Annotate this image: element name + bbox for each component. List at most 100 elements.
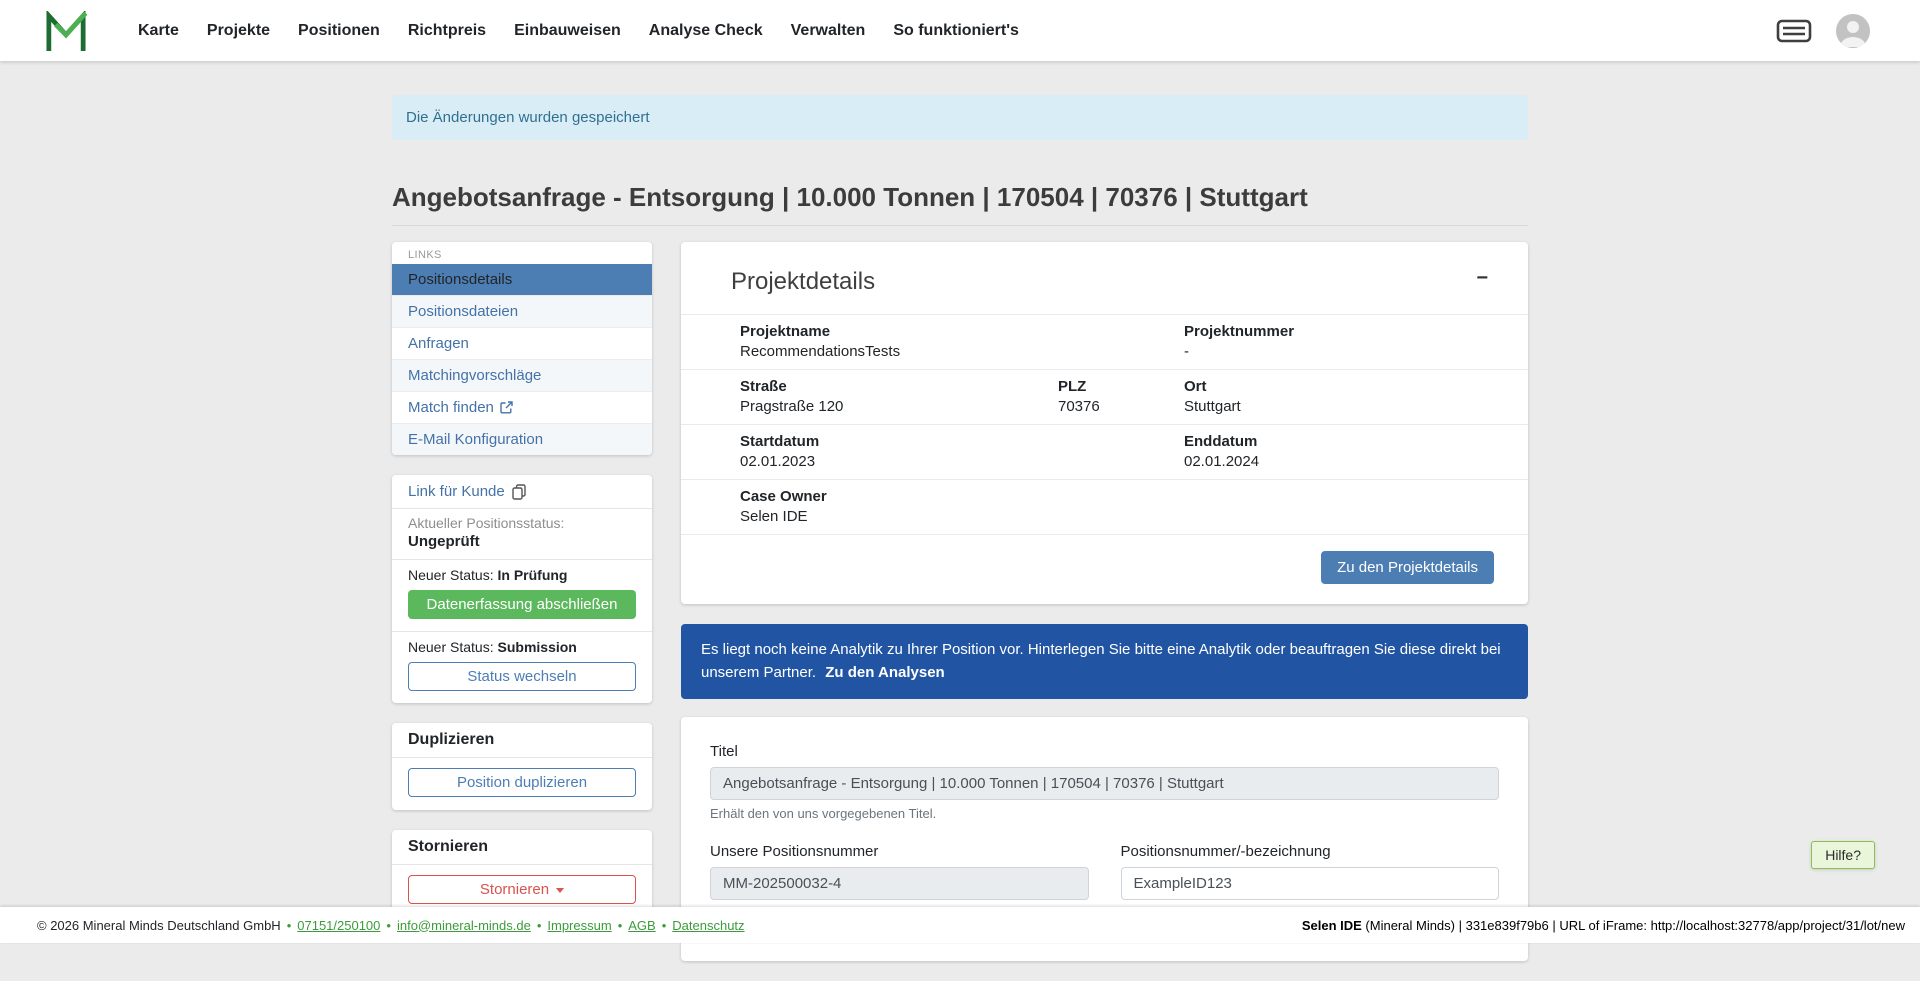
copyright-text: © 2026 Mineral Minds Deutschland GmbH <box>37 918 281 933</box>
zu-den-projektdetails-button[interactable]: Zu den Projektdetails <box>1321 551 1494 584</box>
server-icon[interactable] <box>1776 18 1812 44</box>
sidebar-item-label: Matchingvorschläge <box>408 367 541 384</box>
sidebar-item-label: Match finden <box>408 399 494 416</box>
stornieren-button-label: Stornieren <box>480 881 549 898</box>
nav-item-richtpreis[interactable]: Richtpreis <box>394 14 500 48</box>
mineral-minds-logo[interactable] <box>44 9 88 53</box>
enddatum-value: 02.01.2024 <box>1184 453 1498 470</box>
ort-value: Stuttgart <box>1184 398 1498 415</box>
projektname-label: Projektname <box>740 323 1184 340</box>
duplizieren-title: Duplizieren <box>392 723 652 758</box>
sidebar-item-matchingvorschlaege[interactable]: Matchingvorschläge <box>392 359 652 391</box>
session-user: Selen IDE <box>1302 918 1362 933</box>
main-content: Projektdetails − Projektname Recommendat… <box>681 242 1528 981</box>
case-owner-value: Selen IDE <box>740 508 1498 525</box>
analytics-banner: Es liegt noch keine Analytik zu Ihrer Po… <box>681 624 1528 699</box>
plz-value: 70376 <box>1058 398 1184 415</box>
sidebar-item-anfragen[interactable]: Anfragen <box>392 327 652 359</box>
current-status-block: Aktueller Positionsstatus: Ungeprüft <box>392 509 652 560</box>
links-header: LINKS <box>392 242 652 264</box>
nav-item-einbauweisen[interactable]: Einbauweisen <box>500 14 635 48</box>
table-row: Startdatum 02.01.2023 Enddatum 02.01.202… <box>681 425 1528 480</box>
status-wechseln-button[interactable]: Status wechseln <box>408 662 636 691</box>
footer-separator <box>537 918 542 933</box>
stornieren-title: Stornieren <box>392 830 652 865</box>
stornieren-button[interactable]: Stornieren <box>408 875 636 904</box>
hilfe-button[interactable]: Hilfe? <box>1811 841 1875 869</box>
sidebar-item-label: Positionsdetails <box>408 271 512 288</box>
footer-session-info: Selen IDE (Mineral Minds) | 331e839f79b6… <box>1302 918 1905 933</box>
titel-help-text: Erhält den von uns vorgegebenen Titel. <box>710 806 1499 821</box>
position-duplizieren-button[interactable]: Position duplizieren <box>408 768 636 797</box>
title-divider <box>392 225 1528 226</box>
titel-label: Titel <box>710 743 1499 760</box>
next-status-block-1: Neuer Status: In Prüfung Datenerfassung … <box>392 560 652 632</box>
sidebar-item-email-konfiguration[interactable]: E-Mail Konfiguration <box>392 423 652 455</box>
current-status-value: Ungeprüft <box>408 533 636 550</box>
projektdetails-table: Projektname RecommendationsTests Projekt… <box>681 314 1528 535</box>
datenerfassung-abschliessen-button[interactable]: Datenerfassung abschließen <box>408 590 636 619</box>
footer-link-phone[interactable]: 07151/250100 <box>297 918 380 933</box>
enddatum-label: Enddatum <box>1184 433 1498 450</box>
next-status-value: In Prüfung <box>498 567 568 583</box>
strasse-value: Pragstraße 120 <box>740 398 1058 415</box>
sidebar-item-positionsdateien[interactable]: Positionsdateien <box>392 295 652 327</box>
projektnummer-value: - <box>1184 343 1498 360</box>
main-nav: Karte Projekte Positionen Richtpreis Ein… <box>124 14 1033 48</box>
startdatum-value: 02.01.2023 <box>740 453 1184 470</box>
customer-link[interactable]: Link für Kunde <box>392 475 652 509</box>
nav-item-positionen[interactable]: Positionen <box>284 14 394 48</box>
top-navbar: Karte Projekte Positionen Richtpreis Ein… <box>0 0 1920 61</box>
nav-item-so-funktionierts[interactable]: So funktioniert's <box>879 14 1033 48</box>
zu-den-analysen-link[interactable]: Zu den Analysen <box>825 664 944 681</box>
footer-link-agb[interactable]: AGB <box>628 918 655 933</box>
projektname-value: RecommendationsTests <box>740 343 1184 360</box>
sidebar: LINKS Positionsdetails Positionsdateien … <box>392 242 652 937</box>
startdatum-label: Startdatum <box>740 433 1184 450</box>
external-link-icon <box>500 401 513 414</box>
sidebar-item-match-finden[interactable]: Match finden <box>392 391 652 423</box>
sidebar-links-card: LINKS Positionsdetails Positionsdateien … <box>392 242 652 455</box>
projektdetails-title: Projektdetails <box>731 268 1528 296</box>
positionsnummer-label: Unsere Positionsnummer <box>710 843 1089 860</box>
sidebar-item-label: Anfragen <box>408 335 469 352</box>
footer: © 2026 Mineral Minds Deutschland GmbH 07… <box>0 907 1920 943</box>
footer-links: © 2026 Mineral Minds Deutschland GmbH 07… <box>37 918 745 933</box>
strasse-label: Straße <box>740 378 1058 395</box>
nav-item-karte[interactable]: Karte <box>124 14 193 48</box>
user-avatar[interactable] <box>1836 14 1870 48</box>
analytics-banner-text: Es liegt noch keine Analytik zu Ihrer Po… <box>701 641 1501 681</box>
nav-item-analyse-check[interactable]: Analyse Check <box>635 14 777 48</box>
status-card: Link für Kunde Aktueller Positionsstatus… <box>392 475 652 703</box>
duplizieren-card: Duplizieren Position duplizieren <box>392 723 652 810</box>
next-status-label: Neuer Status: <box>408 639 494 655</box>
navbar-right <box>1776 14 1870 48</box>
footer-link-email[interactable]: info@mineral-minds.de <box>397 918 531 933</box>
bezeichnung-input[interactable] <box>1121 867 1500 900</box>
logo-m-icon <box>45 11 87 51</box>
table-row: Case Owner Selen IDE <box>681 480 1528 535</box>
footer-link-datenschutz[interactable]: Datenschutz <box>672 918 744 933</box>
footer-separator <box>287 918 292 933</box>
page-title: Angebotsanfrage - Entsorgung | 10.000 To… <box>392 182 1528 213</box>
copy-icon <box>512 484 526 500</box>
nav-item-verwalten[interactable]: Verwalten <box>777 14 880 48</box>
footer-separator <box>618 918 623 933</box>
collapse-button[interactable]: − <box>1470 266 1494 291</box>
plz-label: PLZ <box>1058 378 1184 395</box>
sidebar-item-positionsdetails[interactable]: Positionsdetails <box>392 264 652 295</box>
footer-link-impressum[interactable]: Impressum <box>547 918 611 933</box>
nav-item-projekte[interactable]: Projekte <box>193 14 284 48</box>
next-status-label: Neuer Status: <box>408 567 494 583</box>
table-row: Straße Pragstraße 120 PLZ 70376 Ort Stut… <box>681 370 1528 425</box>
stornieren-card: Stornieren Stornieren <box>392 830 652 917</box>
projektnummer-label: Projektnummer <box>1184 323 1498 340</box>
titel-input <box>710 767 1499 800</box>
sidebar-item-label: Positionsdateien <box>408 303 518 320</box>
dropdown-caret-icon <box>556 888 564 893</box>
footer-separator <box>662 918 667 933</box>
case-owner-label: Case Owner <box>740 488 1498 505</box>
next-status-value: Submission <box>498 639 577 655</box>
current-status-label: Aktueller Positionsstatus: <box>408 515 636 531</box>
sidebar-item-label: E-Mail Konfiguration <box>408 431 543 448</box>
